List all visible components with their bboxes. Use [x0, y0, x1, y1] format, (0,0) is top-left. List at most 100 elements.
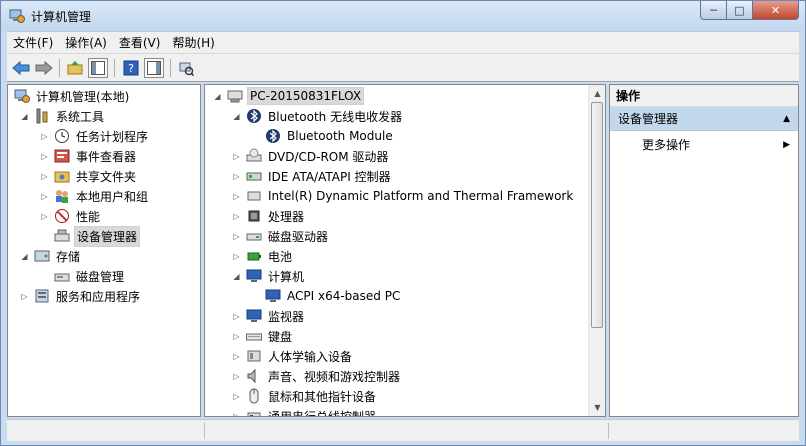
device-tree-item[interactable]: 键盘	[246, 326, 294, 346]
device-tree-item[interactable]: DVD/CD-ROM 驱动器	[246, 146, 390, 166]
action-pane-icon	[147, 61, 161, 75]
device-tree-item[interactable]: 人体学输入设备	[246, 346, 354, 366]
monitor-icon	[246, 269, 262, 282]
processor-icon	[248, 210, 260, 222]
collapsed-triangle-icon[interactable]: ▷	[40, 192, 49, 201]
expanded-triangle-icon[interactable]: ◢	[232, 112, 241, 121]
device-tree-item-label: 磁盘驱动器	[268, 229, 329, 244]
expanded-triangle-icon[interactable]: ◢	[232, 272, 241, 281]
collapsed-triangle-icon[interactable]: ▷	[232, 372, 241, 381]
collapsed-triangle-icon[interactable]: ▷	[232, 212, 241, 221]
forward-button[interactable]	[34, 58, 54, 78]
toolbar: ?	[7, 53, 799, 82]
menu-help[interactable]: 帮助(H)	[166, 32, 220, 54]
collapsed-triangle-icon[interactable]: ▷	[232, 172, 241, 181]
scan-hardware-changes-button[interactable]	[176, 58, 196, 78]
keyboard-icon	[246, 333, 262, 341]
actions-pane: 操作 设备管理器 ▲ 更多操作 ▶	[609, 84, 799, 417]
collapsed-triangle-icon[interactable]: ▷	[232, 312, 241, 321]
menu-view[interactable]: 查看(V)	[113, 32, 167, 54]
collapsed-triangle-icon[interactable]: ▷	[232, 252, 241, 261]
bluetooth-icon	[247, 109, 261, 123]
status-bar	[7, 419, 799, 441]
collapse-up-icon[interactable]: ▲	[783, 107, 790, 131]
device-tree-item[interactable]: 声音、视频和游戏控制器	[246, 366, 402, 386]
shared-folder-icon	[54, 171, 70, 183]
device-tree-item[interactable]: 鼠标和其他指针设备	[246, 386, 378, 406]
device-tree-item[interactable]: 通用串行总线控制器	[246, 406, 378, 416]
collapsed-triangle-icon[interactable]: ▷	[40, 132, 49, 141]
device-tree-item-label: PC-20150831FLOX	[247, 87, 365, 105]
device-tree-item-label: IDE ATA/ATAPI 控制器	[268, 169, 391, 184]
console-tree-item[interactable]: 共享文件夹	[54, 166, 138, 186]
collapsed-triangle-icon[interactable]: ▷	[232, 152, 241, 161]
actions-section-device-manager[interactable]: 设备管理器 ▲	[610, 107, 798, 131]
title-bar[interactable]: 计算机管理 ─ □ ✕	[1, 1, 805, 31]
console-tree-item[interactable]: 存储	[34, 246, 82, 266]
back-arrow-icon	[12, 61, 30, 75]
device-tree-item[interactable]: Bluetooth Module	[265, 126, 395, 146]
action-more-actions[interactable]: 更多操作 ▶	[610, 135, 798, 155]
console-tree-item[interactable]: 设备管理器	[54, 225, 141, 247]
collapsed-triangle-icon[interactable]: ▷	[232, 192, 241, 201]
collapsed-triangle-icon[interactable]: ▷	[20, 292, 29, 301]
console-tree-item-label: 服务和应用程序	[56, 289, 141, 304]
device-tree-item-label: Bluetooth Module	[287, 129, 393, 143]
console-tree-item[interactable]: 事件查看器	[54, 146, 138, 166]
expanded-triangle-icon[interactable]: ◢	[20, 112, 29, 121]
scroll-down-arrow-icon[interactable]: ▼	[589, 399, 605, 416]
collapsed-triangle-icon[interactable]: ▷	[232, 412, 241, 416]
device-tree-item[interactable]: ACPI x64-based PC	[265, 286, 402, 306]
scrollbar-thumb[interactable]	[591, 102, 603, 328]
show-hide-action-pane-button[interactable]	[144, 58, 164, 78]
console-tree-item[interactable]: 磁盘管理	[54, 266, 126, 286]
device-tree-item[interactable]: 电池	[246, 246, 294, 266]
device-tree-item-label: Bluetooth 无线电收发器	[268, 109, 403, 124]
console-tree-item-label: 磁盘管理	[76, 269, 125, 284]
console-tree-item[interactable]: 任务计划程序	[54, 126, 150, 146]
device-tree-item-label: 处理器	[268, 209, 305, 224]
console-tree-item[interactable]: 本地用户和组	[54, 186, 150, 206]
device-tree-item[interactable]: 处理器	[246, 206, 306, 226]
device-tree-item[interactable]: IDE ATA/ATAPI 控制器	[246, 166, 393, 186]
device-tree-item[interactable]: Intel(R) Dynamic Platform and Thermal Fr…	[246, 186, 575, 206]
console-tree-item-label: 任务计划程序	[76, 129, 149, 144]
scroll-up-arrow-icon[interactable]: ▲	[589, 85, 605, 102]
menu-file[interactable]: 文件(F)	[7, 32, 59, 54]
up-one-level-button[interactable]	[65, 58, 85, 78]
show-hide-console-tree-button[interactable]	[88, 58, 108, 78]
minimize-button[interactable]: ─	[700, 1, 727, 20]
console-tree-item[interactable]: 计算机管理(本地)	[14, 86, 131, 106]
collapsed-triangle-icon[interactable]: ▷	[40, 152, 49, 161]
collapsed-triangle-icon[interactable]: ▷	[40, 212, 49, 221]
back-button[interactable]	[11, 58, 31, 78]
expanded-triangle-icon[interactable]: ◢	[20, 252, 29, 261]
device-tree-item[interactable]: 监视器	[246, 306, 306, 326]
collapsed-triangle-icon[interactable]: ▷	[232, 392, 241, 401]
device-tree-item[interactable]: PC-20150831FLOX	[227, 86, 365, 106]
monitor-icon	[246, 309, 262, 322]
action-item-label: 更多操作	[642, 138, 691, 152]
console-tree-item[interactable]: 系统工具	[34, 106, 106, 126]
device-tree-item-label: 人体学输入设备	[268, 349, 353, 364]
maximize-button[interactable]: □	[727, 1, 753, 20]
device-tree-item[interactable]: 磁盘驱动器	[246, 226, 330, 246]
console-tree-item-label: 设备管理器	[74, 225, 141, 247]
menu-action[interactable]: 操作(A)	[59, 32, 113, 54]
console-tree-item[interactable]: 性能	[54, 206, 102, 226]
expanded-triangle-icon[interactable]: ◢	[213, 92, 222, 101]
vertical-scrollbar[interactable]: ▲ ▼	[588, 85, 605, 416]
status-segment	[205, 423, 609, 439]
collapsed-triangle-icon[interactable]: ▷	[40, 172, 49, 181]
close-button[interactable]: ✕	[753, 1, 799, 20]
tools-icon	[36, 108, 48, 124]
device-manager-icon	[54, 229, 70, 242]
collapsed-triangle-icon[interactable]: ▷	[232, 352, 241, 361]
collapsed-triangle-icon[interactable]: ▷	[232, 232, 241, 241]
collapsed-triangle-icon[interactable]: ▷	[232, 332, 241, 341]
console-tree-item[interactable]: 服务和应用程序	[34, 286, 142, 306]
device-tree-item[interactable]: Bluetooth 无线电收发器	[246, 106, 404, 126]
device-tree-item[interactable]: 计算机	[246, 266, 306, 286]
help-button[interactable]: ?	[121, 58, 141, 78]
maximize-icon: □	[734, 3, 745, 17]
